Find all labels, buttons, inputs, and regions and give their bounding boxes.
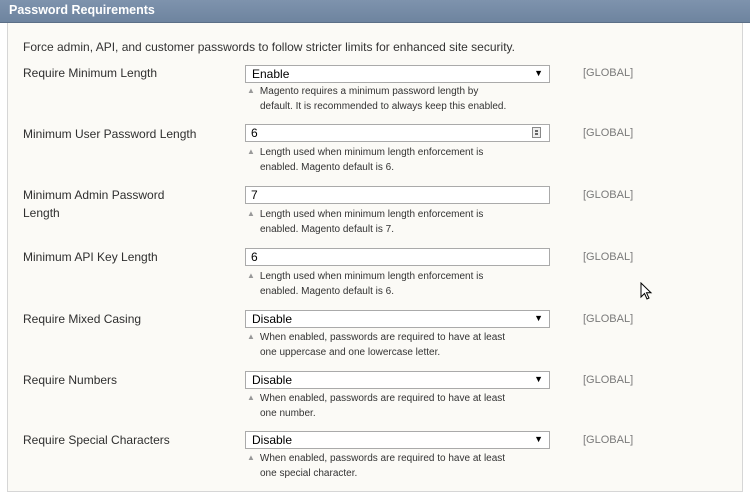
select-value: Disable — [252, 433, 293, 447]
note-triangle-icon: ▲ — [247, 393, 255, 402]
scope-badge: [GLOBAL] — [583, 251, 634, 263]
require-mixed-casing-label: Require Mixed Casing — [23, 312, 142, 326]
minimum-admin-password-length-input[interactable]: 7 — [245, 186, 550, 204]
require-special-characters-label: Require Special Characters — [23, 433, 170, 447]
require-numbers-select[interactable]: Disable ▼ — [245, 371, 550, 389]
note-line: Magento requires a minimum password leng… — [259, 86, 479, 97]
dropdown-arrow-icon: ▼ — [534, 313, 543, 323]
minimum-admin-password-length-label: Minimum Admin Password Length — [23, 188, 165, 220]
require-minimum-length-select[interactable]: Enable ▼ — [245, 65, 550, 83]
minimum-api-key-length-label: Minimum API Key Length — [23, 250, 158, 264]
note-line: enabled. Magento default is 6. — [260, 286, 394, 297]
require-numbers-note: ▲ When enabled, passwords are required to… — [247, 390, 567, 421]
input-value: 6 — [251, 126, 258, 140]
note-triangle-icon: ▲ — [247, 86, 255, 95]
note-line: default. It is recommended to always kee… — [260, 101, 507, 112]
scope-badge: [GLOBAL] — [583, 434, 634, 446]
scope-badge: [GLOBAL] — [583, 67, 634, 79]
scope-badge: [GLOBAL] — [583, 189, 634, 201]
require-mixed-casing-note: ▲ When enabled, passwords are required to… — [247, 329, 567, 360]
note-line: When enabled, passwords are required to … — [259, 453, 506, 464]
minimum-user-password-length-input[interactable]: 6 — [245, 124, 550, 142]
note-line: enabled. Magento default is 6. — [260, 162, 394, 173]
note-line: one special character. — [260, 468, 358, 479]
section-header[interactable]: Password Requirements — [0, 0, 750, 23]
note-line: When enabled, passwords are required to … — [259, 332, 506, 343]
select-value: Disable — [252, 373, 293, 387]
note-triangle-icon: ▲ — [247, 332, 255, 341]
dropdown-arrow-icon: ▼ — [534, 374, 543, 384]
note-triangle-icon: ▲ — [247, 209, 255, 218]
section-title: Password Requirements — [9, 3, 155, 17]
section-comment: Force admin, API, and customer passwords… — [23, 40, 515, 54]
require-numbers-label: Require Numbers — [23, 373, 118, 387]
select-value: Disable — [252, 312, 293, 326]
note-line: one uppercase and one lowercase letter. — [260, 347, 441, 358]
require-mixed-casing-select[interactable]: Disable ▼ — [245, 310, 550, 328]
dropdown-arrow-icon: ▼ — [534, 434, 543, 444]
note-triangle-icon: ▲ — [247, 453, 255, 462]
note-line: enabled. Magento default is 7. — [260, 224, 394, 235]
spinner-icon[interactable] — [532, 127, 541, 138]
minimum-admin-password-length-note: ▲ Length used when minimum length enforce… — [247, 206, 567, 237]
require-minimum-length-note: ▲ Magento requires a minimum password len… — [247, 83, 567, 114]
minimum-user-password-length-label: Minimum User Password Length — [23, 127, 197, 141]
mouse-cursor-icon — [640, 282, 653, 300]
input-value: 6 — [251, 250, 258, 264]
require-special-characters-note: ▲ When enabled, passwords are required to… — [247, 450, 567, 481]
minimum-api-key-length-note: ▲ Length used when minimum length enforce… — [247, 268, 567, 299]
require-special-characters-select[interactable]: Disable ▼ — [245, 431, 550, 449]
note-line: one number. — [260, 408, 316, 419]
minimum-user-password-length-note: ▲ Length used when minimum length enforce… — [247, 144, 567, 175]
note-line: Length used when minimum length enforcem… — [259, 271, 484, 282]
require-minimum-length-label: Require Minimum Length — [23, 66, 158, 80]
scope-badge: [GLOBAL] — [583, 127, 634, 139]
scope-badge: [GLOBAL] — [583, 313, 634, 325]
note-triangle-icon: ▲ — [247, 271, 255, 280]
note-line: Length used when minimum length enforcem… — [259, 147, 484, 158]
note-line: When enabled, passwords are required to … — [259, 393, 506, 404]
dropdown-arrow-icon: ▼ — [534, 68, 543, 78]
minimum-api-key-length-input[interactable]: 6 — [245, 248, 550, 266]
scope-badge: [GLOBAL] — [583, 374, 634, 386]
note-triangle-icon: ▲ — [247, 147, 255, 156]
input-value: 7 — [251, 188, 258, 202]
note-line: Length used when minimum length enforcem… — [259, 209, 484, 220]
select-value: Enable — [252, 67, 290, 81]
